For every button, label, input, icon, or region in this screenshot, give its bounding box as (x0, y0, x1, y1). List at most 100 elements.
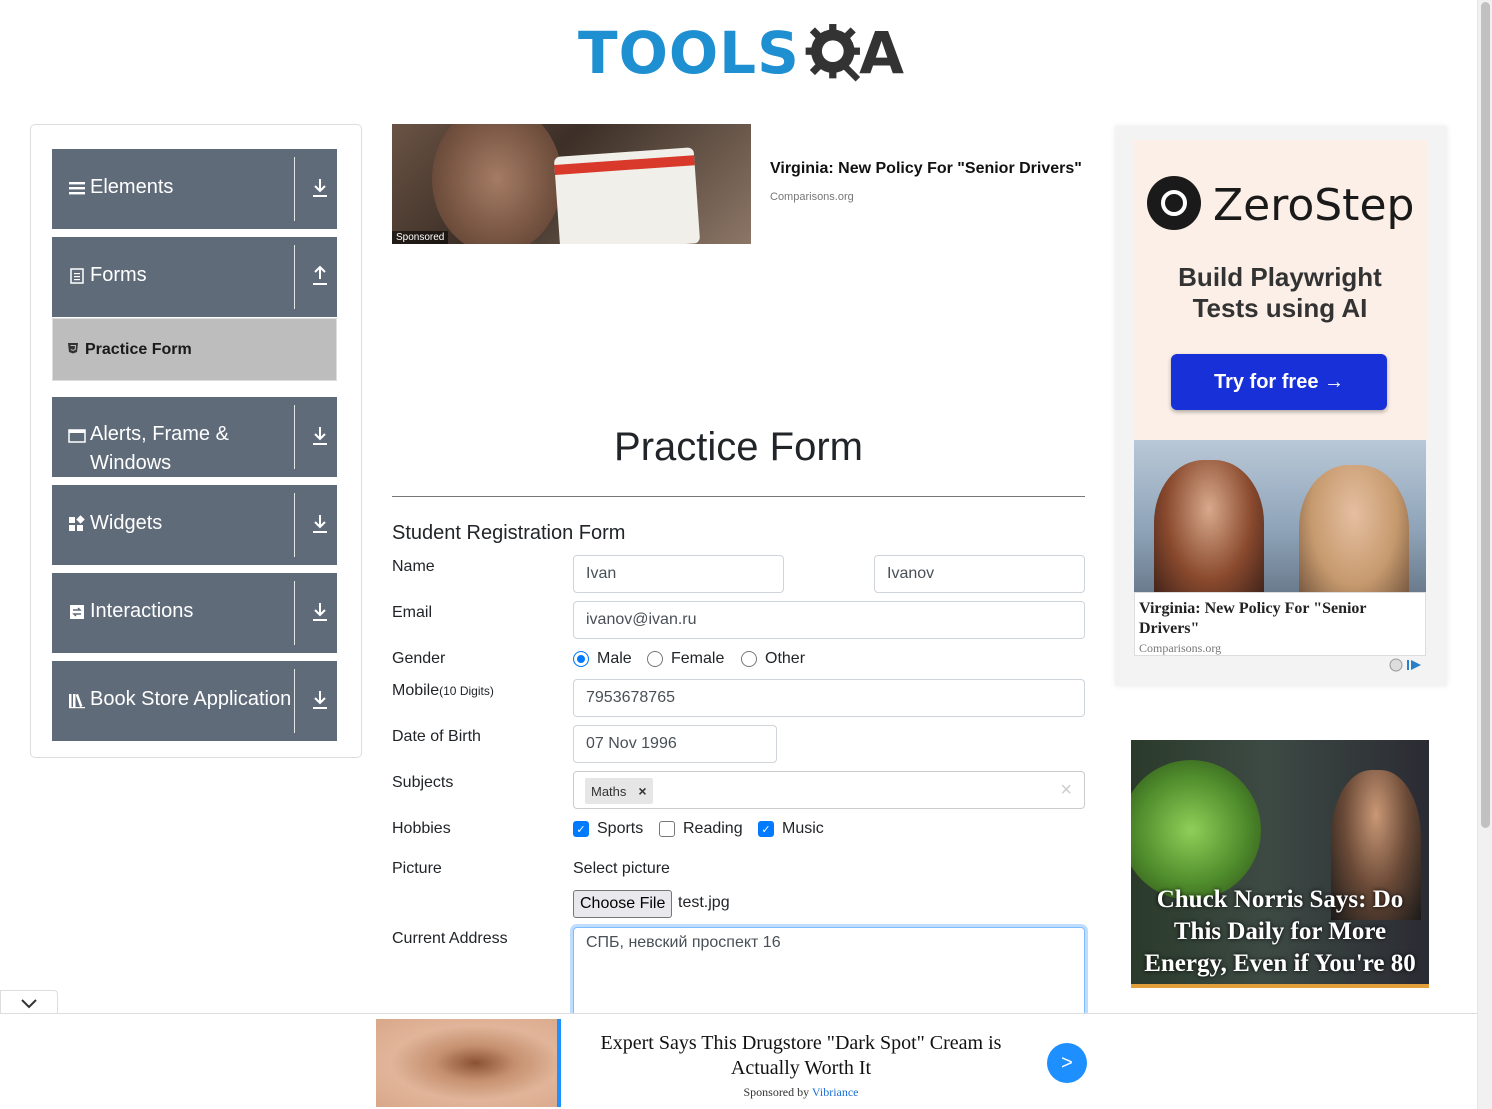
gear-magnifier-icon (805, 24, 860, 82)
choose-file-button[interactable]: Choose File (573, 890, 673, 918)
bottom-ad-image[interactable] (376, 1019, 561, 1107)
date-of-birth-input[interactable]: 07 Nov 1996 (573, 725, 777, 763)
ad-card-title: Virginia: New Policy For "Senior Drivers… (1139, 600, 1367, 637)
checkmark-icon[interactable]: ✓ (573, 821, 589, 837)
ad-card-source: Comparisons.org (1139, 641, 1222, 655)
sponsored-label: Sponsored (392, 231, 449, 244)
mobile-input[interactable]: 7953678765 (573, 679, 1085, 717)
zerostep-tagline-line2: Tests using AI (1192, 293, 1368, 323)
clear-icon[interactable]: × (1060, 779, 1072, 802)
sponsor-prefix: Sponsored by (743, 1085, 812, 1099)
adchoices-icon[interactable] (1389, 658, 1425, 675)
group-divider (294, 581, 295, 645)
gender-radio-male[interactable]: Male (573, 650, 632, 668)
chip-remove-icon[interactable]: × (632, 783, 652, 799)
form-title: Student Registration Form (392, 522, 626, 544)
gender-radio-female[interactable]: Female (647, 650, 724, 668)
books-icon (68, 691, 86, 709)
sidebar-item-label: Practice Form (85, 340, 192, 358)
sidebar-group-title: Forms (90, 264, 147, 286)
group-divider (294, 245, 295, 309)
subject-chip: Maths × (585, 778, 653, 804)
chevron-down-icon[interactable] (20, 997, 38, 1009)
logo-suffix: A (859, 19, 904, 87)
page-title: Practice Form (614, 425, 863, 469)
sidebar-group-interactions[interactable]: Interactions (52, 573, 337, 653)
scrollbar-thumb[interactable] (1481, 2, 1490, 828)
sidebar-group-title: Interactions (90, 600, 194, 622)
select-picture-label: Select picture (573, 860, 670, 877)
group-divider (294, 493, 295, 557)
radio-unselected[interactable] (741, 651, 757, 667)
interactions-icon (68, 603, 86, 621)
collapse-ad-button[interactable] (0, 990, 58, 1014)
radio-label: Other (765, 650, 806, 667)
current-address-textarea[interactable]: СПБ, невский проспект 16 (573, 927, 1085, 1027)
bottom-ad-go-button[interactable]: > (1047, 1043, 1087, 1083)
checkbox-empty[interactable] (659, 821, 675, 837)
chevron-down-icon[interactable] (311, 425, 329, 447)
chevron-down-icon[interactable] (311, 177, 329, 199)
ad-photo-bowl (1131, 760, 1261, 900)
sidebar-group-title: Book Store Application (90, 688, 292, 710)
hobby-checkbox-reading[interactable]: Reading (659, 820, 743, 838)
checkmark-icon[interactable]: ✓ (758, 821, 774, 837)
zerostep-tagline-line1: Build Playwright (1178, 262, 1382, 292)
sidebar-group-title-line2: Windows (90, 452, 172, 474)
widgets-icon (68, 515, 86, 533)
window-icon (68, 427, 86, 445)
chevron-down-icon[interactable] (311, 513, 329, 535)
group-divider (294, 157, 295, 221)
subjects-label: Subjects (392, 774, 454, 791)
first-name-input[interactable]: Ivan (573, 555, 784, 593)
sidebar: Elements Forms Practice Form Alerts, Fra… (30, 124, 362, 758)
hobbies-label: Hobbies (392, 820, 451, 837)
sidebar-group-title: Elements (90, 176, 174, 198)
zerostep-tagline: Build Playwright Tests using AI (1133, 262, 1427, 324)
hobby-checkbox-sports[interactable]: ✓ Sports (573, 820, 643, 838)
chevron-down-icon[interactable] (311, 601, 329, 623)
sidebar-group-forms[interactable]: Forms (52, 237, 337, 317)
sponsor-link[interactable]: Vibriance (812, 1085, 859, 1099)
ad-photo-women[interactable] (1134, 440, 1426, 592)
document-icon (68, 267, 86, 285)
sponsored-ad-source[interactable]: Comparisons.org (770, 191, 854, 203)
subjects-input[interactable]: Maths × × (573, 771, 1085, 809)
bottom-ad-title[interactable]: Expert Says This Drugstore "Dark Spot" C… (581, 1031, 1021, 1081)
sidebar-group-title: Widgets (90, 512, 163, 534)
chuck-norris-ad[interactable]: Chuck Norris Says: Do This Daily for Mor… (1131, 740, 1429, 988)
sponsored-ad-image[interactable]: Sponsored (392, 124, 751, 244)
zerostep-logo-icon (1147, 176, 1201, 230)
radio-label: Female (671, 650, 725, 667)
radio-selected[interactable] (573, 651, 589, 667)
gender-radio-other[interactable]: Other (741, 650, 805, 668)
sidebar-group-book-store[interactable]: Book Store Application (52, 661, 337, 741)
menu-icon (68, 179, 86, 197)
current-address-label: Current Address (392, 930, 508, 947)
zerostep-ad[interactable]: ZeroStep Build Playwright Tests using AI… (1133, 140, 1427, 440)
ad-card[interactable]: Virginia: New Policy For "Senior Drivers… (1134, 592, 1426, 656)
chevron-up-icon[interactable] (311, 265, 329, 287)
chevron-down-icon[interactable] (311, 689, 329, 711)
toolsqa-logo[interactable]: TOOLS A (578, 14, 904, 92)
sidebar-group-alerts[interactable]: Alerts, Frame & Windows (52, 397, 337, 477)
checkbox-label: Music (782, 820, 824, 837)
hobby-checkbox-music[interactable]: ✓ Music (758, 820, 824, 838)
sidebar-item-practice-form[interactable]: Practice Form (52, 318, 337, 381)
mobile-hint: (10 Digits) (439, 684, 494, 698)
bottom-ad-sponsor: Sponsored by Vibriance (581, 1085, 1021, 1100)
dob-label: Date of Birth (392, 728, 481, 745)
logo-text: TOOLS (578, 19, 800, 87)
page-scrollbar[interactable] (1477, 0, 1492, 1109)
email-label: Email (392, 604, 433, 621)
gender-label: Gender (392, 650, 446, 667)
sidebar-group-title: Alerts, Frame & (90, 423, 229, 445)
sponsored-ad-title[interactable]: Virginia: New Policy For "Senior Drivers… (770, 160, 1082, 178)
email-input[interactable]: ivanov@ivan.ru (573, 601, 1085, 639)
last-name-input[interactable]: Ivanov (874, 555, 1085, 593)
try-for-free-button[interactable]: Try for free → (1171, 354, 1387, 410)
radio-unselected[interactable] (647, 651, 663, 667)
sidebar-group-widgets[interactable]: Widgets (52, 485, 337, 565)
sidebar-group-elements[interactable]: Elements (52, 149, 337, 229)
title-divider (392, 496, 1085, 497)
